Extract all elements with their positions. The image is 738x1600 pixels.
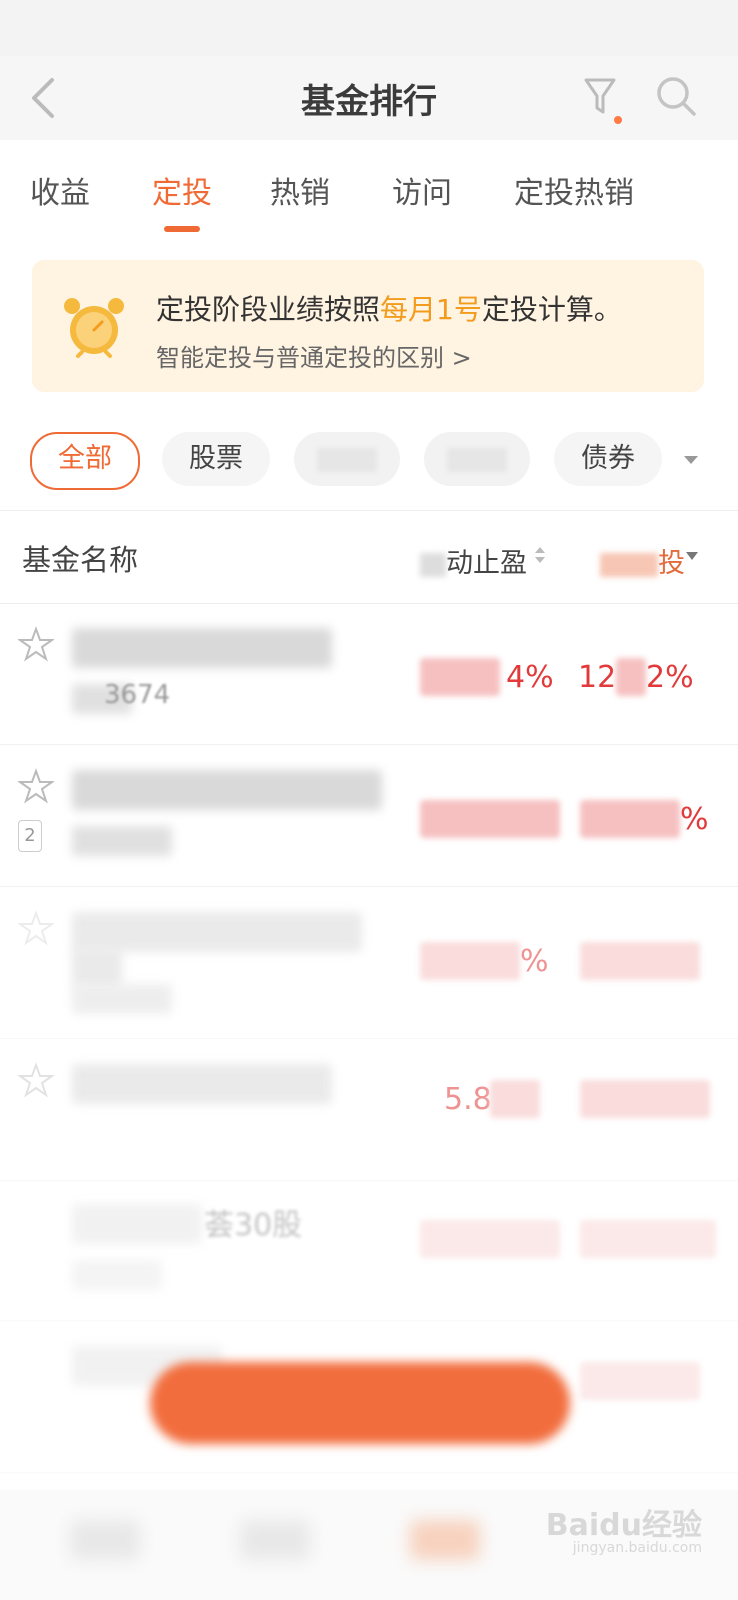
fund-code-partial: 3674: [104, 680, 171, 710]
fund-name-blurred: [72, 770, 382, 810]
fund-name-blurred-line2: [72, 948, 122, 988]
status-bar: [0, 0, 738, 56]
fund-code-blurred: [72, 984, 172, 1014]
value-col2-partial: 12: [578, 660, 617, 695]
fund-name-blurred: [72, 912, 362, 952]
sort-desc-icon[interactable]: [686, 551, 698, 561]
tab-shouyi[interactable]: 收益: [30, 168, 90, 212]
notification-dot: [614, 116, 622, 124]
value-col2-blurred: [580, 1362, 700, 1400]
fund-code-blurred: [72, 1260, 162, 1290]
value-col2-blurred: [580, 1080, 710, 1118]
value-col1-partial: %: [520, 944, 549, 979]
nav-bar: 基金排行: [0, 56, 738, 140]
value-col1-partial: 4%: [506, 660, 554, 695]
search-icon[interactable]: [652, 72, 700, 120]
page-title: 基金排行: [301, 82, 437, 122]
filter-chip-blurred-2[interactable]: [424, 432, 530, 486]
value-col1-partial: 5.8: [444, 1082, 492, 1117]
notice-link[interactable]: 智能定投与普通定投的区别 >: [156, 338, 472, 373]
value-col1-blurred: [420, 658, 500, 696]
table-row[interactable]: 3674 4% 12 2%: [0, 604, 738, 745]
value-col2-partial-b: 2%: [646, 660, 694, 695]
table-row[interactable]: 荟30股: [0, 1180, 738, 1321]
header-col2-blurred: [600, 552, 658, 577]
tab-rexiao[interactable]: 热销: [270, 168, 330, 212]
header-col-dingtou[interactable]: 投: [600, 541, 685, 580]
fund-code-blurred: [72, 826, 172, 856]
value-col1-blurred: [420, 1220, 560, 1258]
bottom-tab-2[interactable]: [240, 1520, 310, 1560]
notice-text-before: 定投阶段业绩按照: [156, 293, 381, 326]
header-col1-label: 动止盈: [446, 548, 527, 579]
fund-name-partial: 荟30股: [204, 1208, 303, 1243]
fund-name-blurred: [72, 628, 332, 668]
tab-fangwen[interactable]: 访问: [392, 168, 452, 212]
value-col2-blurred: [580, 1220, 716, 1258]
header-col1-blurred: [420, 552, 446, 577]
tab-bar: 收益 定投 热销 访问 定投热销: [0, 140, 738, 232]
star-icon[interactable]: [18, 768, 54, 804]
header-col-stop-profit[interactable]: 动止盈: [420, 541, 527, 580]
filter-chip-all[interactable]: 全部: [30, 432, 140, 490]
star-icon[interactable]: [18, 910, 54, 946]
rank-badge: 2: [18, 820, 42, 852]
value-col2-blurred: [580, 800, 680, 838]
watermark-sub: jingyan.baidu.com: [572, 1540, 702, 1556]
active-tab-indicator: [164, 226, 200, 232]
bottom-tab-1[interactable]: [70, 1520, 140, 1560]
header-fund-name: 基金名称: [22, 543, 139, 577]
notice-text: 定投阶段业绩按照每月1号定投计算。: [156, 288, 622, 328]
fund-name-blurred: [72, 1064, 332, 1104]
value-col1-blurred: [420, 800, 560, 838]
fund-name-blurred: [72, 1204, 202, 1244]
value-col1-blurred: [490, 1080, 540, 1118]
tab-dingtou[interactable]: 定投: [152, 168, 212, 212]
header-col2-label: 投: [658, 548, 685, 579]
filter-icon[interactable]: [580, 72, 620, 120]
watermark: Baidu经验: [545, 1508, 702, 1543]
table-row[interactable]: 5.8: [0, 1040, 738, 1181]
alarm-clock-icon: [64, 298, 124, 358]
table-row[interactable]: 2 %: [0, 746, 738, 887]
filter-chip-stock[interactable]: 股票: [162, 432, 270, 486]
table-row[interactable]: %: [0, 888, 738, 1039]
value-col2-blurred: [580, 942, 700, 980]
notice-banner[interactable]: 定投阶段业绩按照每月1号定投计算。 智能定投与普通定投的区别 >: [32, 260, 704, 392]
table-header: 基金名称 动止盈 投: [0, 510, 738, 604]
tab-dingtou-rexiao[interactable]: 定投热销: [514, 168, 634, 212]
chevron-down-icon[interactable]: [680, 448, 702, 470]
star-icon[interactable]: [18, 1062, 54, 1098]
bottom-tab-3[interactable]: [410, 1520, 480, 1560]
value-col2-partial: %: [680, 802, 709, 837]
star-icon[interactable]: [18, 626, 54, 662]
floating-action-button[interactable]: [150, 1362, 570, 1444]
filter-chip-blurred-1[interactable]: [294, 432, 400, 486]
value-col1-blurred: [420, 942, 520, 980]
notice-text-after: 定投计算。: [481, 293, 622, 326]
sort-icon[interactable]: [534, 545, 546, 565]
filter-chip-bond[interactable]: 债券: [554, 432, 662, 486]
notice-highlight: 每月1号: [380, 293, 482, 326]
value-col2-blurred: [616, 658, 646, 696]
